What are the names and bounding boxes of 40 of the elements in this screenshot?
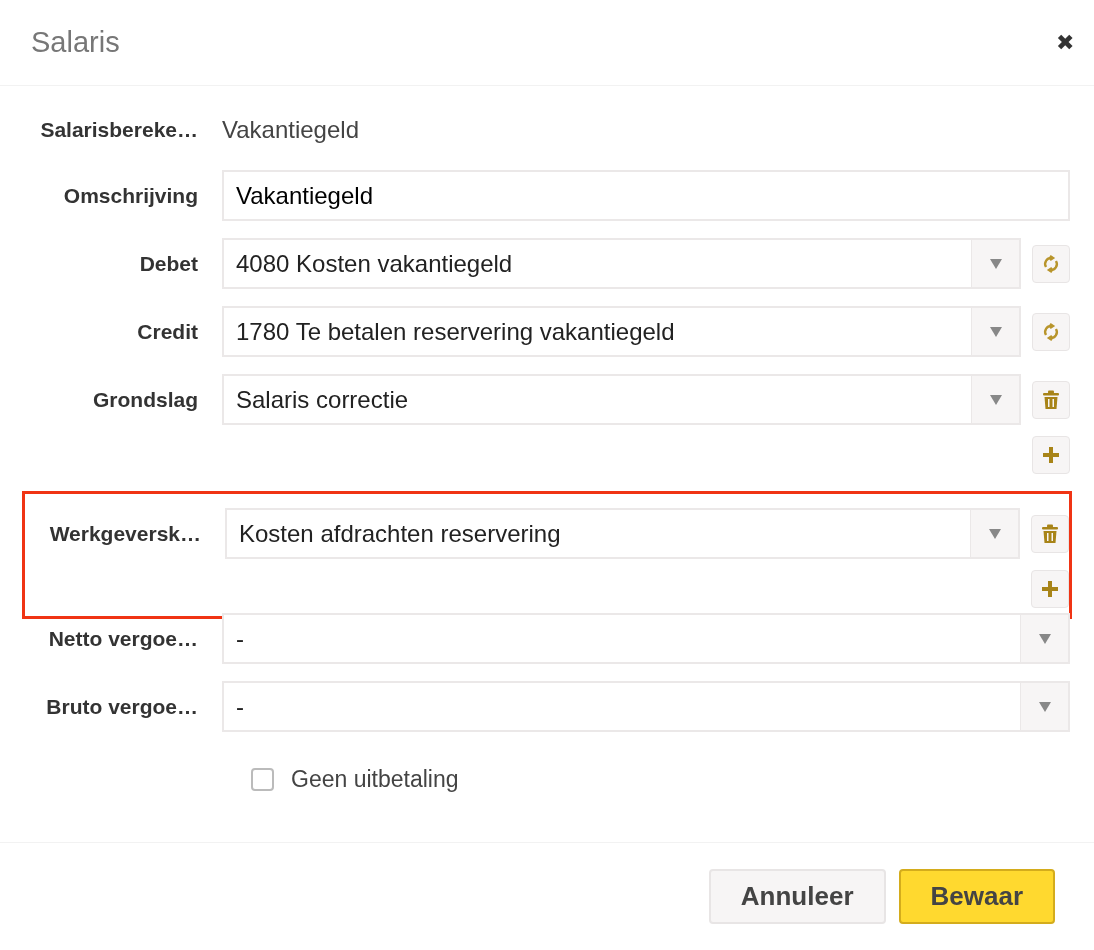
field-label: Grondslag bbox=[92, 386, 199, 413]
select-field[interactable]: Kosten afdrachten reservering bbox=[225, 508, 1020, 559]
select-field[interactable]: 1780 Te betalen reservering vakantiegeld bbox=[222, 306, 1021, 357]
select-field[interactable]: Salaris correctie bbox=[222, 374, 1021, 425]
field-label: Werkgeversk… bbox=[48, 520, 202, 547]
checkbox[interactable] bbox=[251, 767, 274, 791]
refresh-icon bbox=[1041, 321, 1061, 342]
close-button[interactable]: ✖ bbox=[1052, 31, 1078, 54]
dropdown-caret-icon bbox=[1038, 633, 1051, 644]
field-label: Salarisbereke… bbox=[39, 117, 199, 144]
field-label: Omschrijving bbox=[62, 182, 199, 209]
select-field[interactable]: - bbox=[222, 613, 1070, 664]
dropdown-caret-icon bbox=[988, 528, 1001, 539]
checkbox-label: Geen uitbetaling bbox=[291, 764, 459, 794]
field-label: Credit bbox=[136, 318, 199, 345]
cancel-button[interactable]: Annuleer bbox=[708, 869, 886, 924]
add-button[interactable] bbox=[1031, 570, 1069, 608]
field-label: Netto vergoe… bbox=[47, 625, 199, 652]
trash-icon bbox=[1042, 389, 1060, 410]
select-field[interactable]: - bbox=[222, 681, 1070, 732]
plus-icon bbox=[1042, 581, 1058, 597]
trash-icon bbox=[1041, 523, 1059, 544]
dropdown-caret-icon bbox=[989, 394, 1002, 405]
field-label: Debet bbox=[138, 250, 199, 277]
select-field[interactable]: 4080 Kosten vakantiegeld bbox=[222, 238, 1021, 289]
delete-button[interactable] bbox=[1031, 514, 1069, 553]
dropdown-caret-icon bbox=[1038, 701, 1051, 712]
save-button[interactable]: Bewaar bbox=[898, 869, 1055, 924]
field-value: Vakantiegeld bbox=[222, 115, 359, 145]
dropdown-caret-icon bbox=[989, 326, 1002, 337]
delete-button[interactable] bbox=[1032, 380, 1070, 419]
dropdown-caret-icon bbox=[989, 258, 1002, 269]
field-label: Bruto vergoe… bbox=[45, 693, 199, 720]
swap-button[interactable] bbox=[1032, 312, 1070, 351]
dialog-title: Salaris bbox=[31, 24, 120, 60]
swap-button[interactable] bbox=[1032, 244, 1070, 283]
text-field[interactable]: Vakantiegeld bbox=[222, 170, 1070, 221]
plus-icon bbox=[1043, 447, 1059, 463]
add-button[interactable] bbox=[1032, 436, 1070, 474]
refresh-icon bbox=[1041, 253, 1061, 274]
